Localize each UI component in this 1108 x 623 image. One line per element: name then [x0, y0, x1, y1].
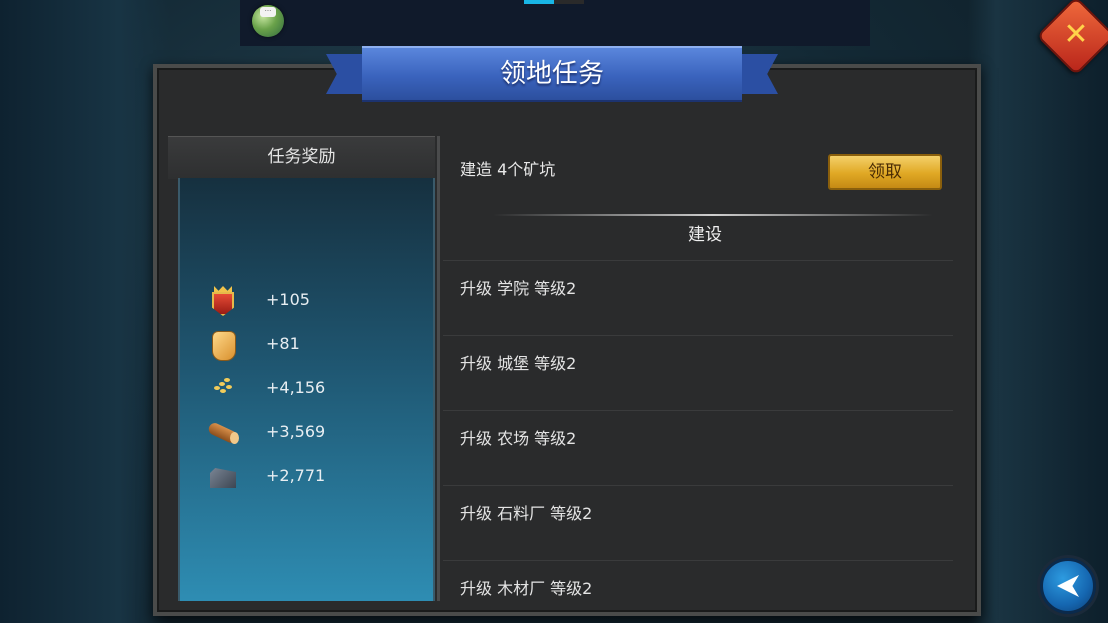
reward-value: +3,569	[266, 422, 326, 441]
top-hud-strip	[240, 0, 870, 46]
page-title: 领地任务	[362, 46, 742, 102]
title-banner: 领地任务	[326, 46, 778, 102]
reward-item: +3,569	[206, 418, 408, 448]
medal-icon	[208, 286, 238, 316]
reward-value: +2,771	[266, 466, 326, 485]
task-row: 升级 木材厂 等级2	[443, 560, 953, 600]
reward-value: +105	[266, 290, 310, 309]
fist-icon	[208, 330, 238, 361]
task-row: 升级 学院 等级2	[443, 260, 953, 336]
log-icon	[206, 418, 240, 448]
reward-value: +81	[266, 334, 300, 353]
background-left	[0, 0, 170, 623]
task-label: 升级 学院 等级2	[460, 279, 577, 298]
task-row: 升级 石料厂 等级2	[443, 485, 953, 561]
task-label: 升级 石料厂 等级2	[460, 504, 593, 523]
task-label: 升级 城堡 等级2	[460, 354, 577, 373]
reward-item: +4,156	[208, 374, 408, 404]
section-divider	[493, 214, 933, 216]
task-row: 升级 城堡 等级2	[443, 335, 953, 411]
current-task-label: 建造 4个矿坑	[460, 160, 556, 179]
task-column: 建造 4个矿坑 领取 建设 升级 学院 等级2 升级 城堡 等级2 升级 农场 …	[443, 138, 967, 600]
back-button[interactable]	[1040, 558, 1096, 614]
stone-icon	[208, 462, 238, 492]
task-row: 升级 农场 等级2	[443, 410, 953, 486]
reward-item: +105	[208, 286, 408, 316]
reward-value: +4,156	[266, 378, 326, 397]
reward-column: 任务奖励 +105 +81 +4,156 +3,569 +2,771	[168, 136, 435, 601]
top-progress-indicator	[524, 0, 584, 4]
globe-chat-icon[interactable]: ···	[252, 5, 284, 37]
section-title: 建设	[688, 225, 722, 245]
reward-item: +81	[208, 330, 408, 361]
task-label: 升级 农场 等级2	[460, 429, 577, 448]
reward-item: +2,771	[208, 462, 408, 492]
task-label: 升级 木材厂 等级2	[460, 579, 593, 598]
background-right	[968, 0, 1108, 623]
wheat-icon	[208, 374, 238, 404]
reward-heading: 任务奖励	[168, 136, 435, 179]
claim-button[interactable]: 领取	[828, 154, 942, 190]
close-icon: ✕	[1063, 17, 1089, 52]
back-arrow-icon	[1057, 575, 1079, 597]
column-divider	[437, 136, 440, 601]
